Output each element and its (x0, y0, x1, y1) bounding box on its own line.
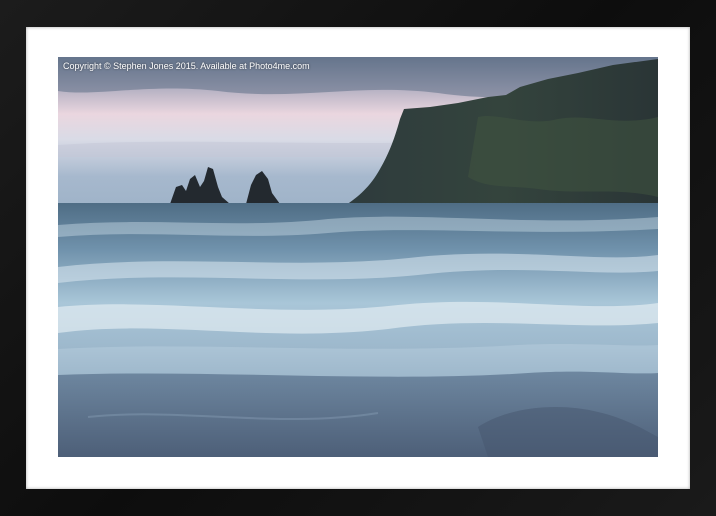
seascape-photo: Copyright © Stephen Jones 2015. Availabl… (58, 57, 658, 457)
cliff-grass (468, 115, 658, 197)
copyright-watermark: Copyright © Stephen Jones 2015. Availabl… (63, 61, 310, 71)
seascape-illustration (58, 57, 658, 457)
